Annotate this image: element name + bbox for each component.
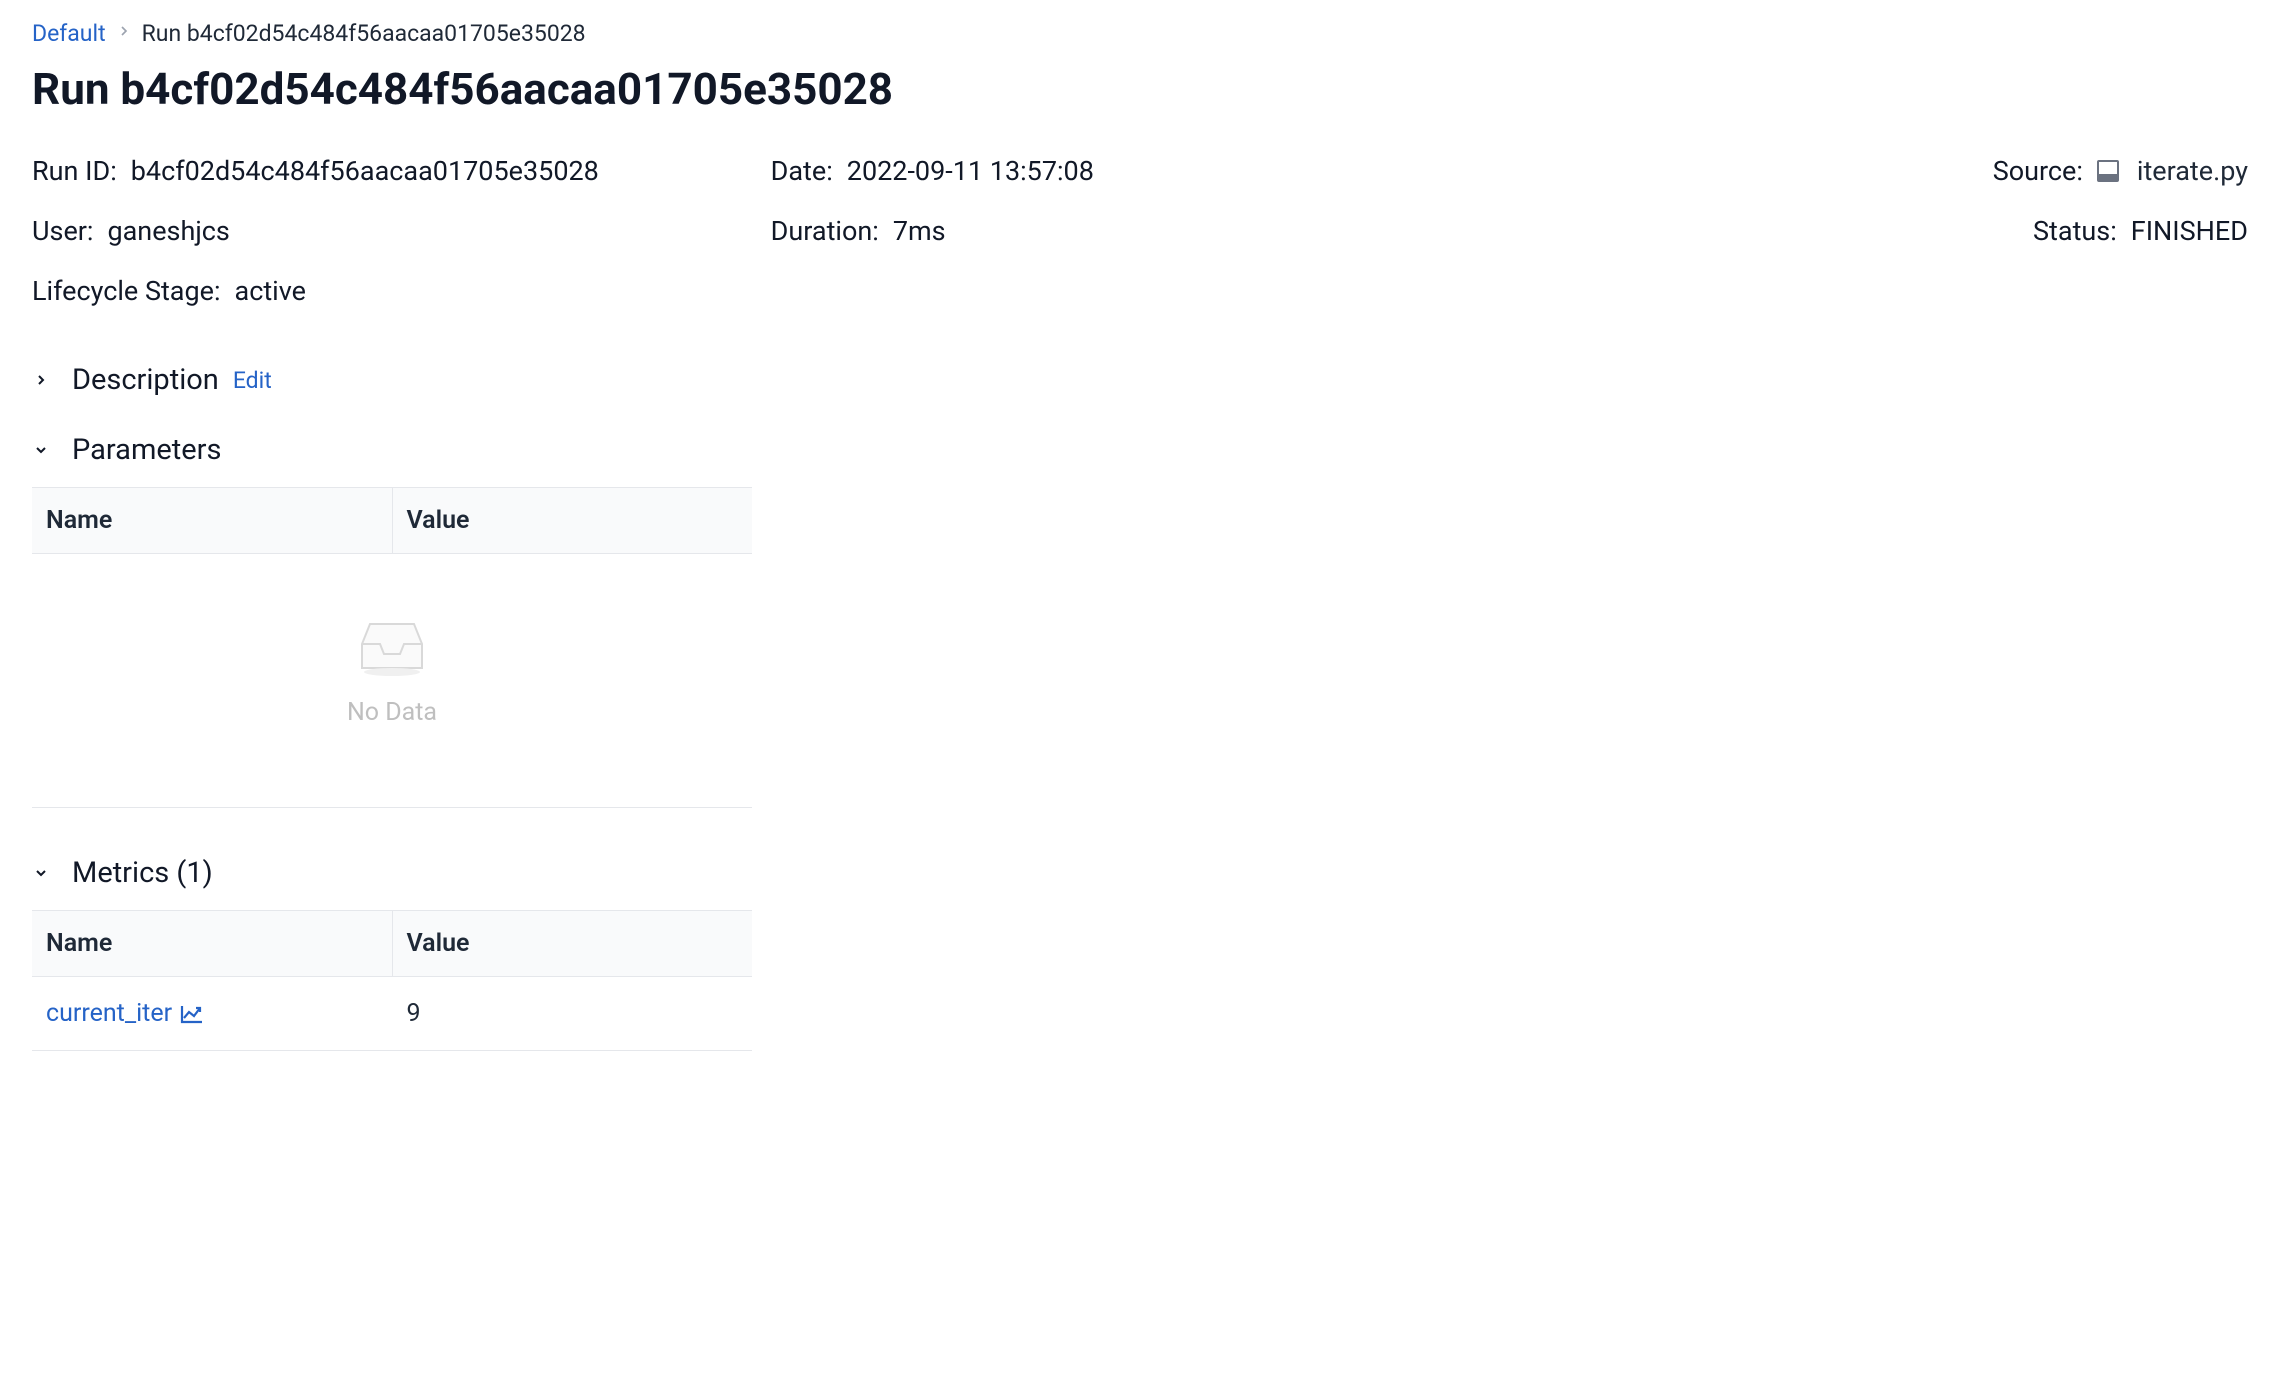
metrics-col-name: Name (32, 911, 392, 977)
breadcrumb-root-link[interactable]: Default (32, 20, 106, 47)
source-link[interactable]: iterate.py (2137, 155, 2248, 187)
run-info-grid: Run ID: b4cf02d54c484f56aacaa01705e35028… (32, 155, 2248, 307)
laptop-icon (2097, 160, 2119, 182)
metric-value: 9 (392, 977, 752, 1051)
status-value: FINISHED (2131, 215, 2248, 247)
date-value: 2022-09-11 13:57:08 (847, 155, 1094, 187)
chevron-down-icon (32, 441, 50, 459)
run-id-value: b4cf02d54c484f56aacaa01705e35028 (131, 155, 599, 187)
page-title: Run b4cf02d54c484f56aacaa01705e35028 (32, 63, 2248, 115)
user-field: User: ganeshjcs (32, 215, 771, 247)
description-header[interactable]: Description Edit (32, 363, 2248, 397)
breadcrumb-current: Run b4cf02d54c484f56aacaa01705e35028 (142, 20, 586, 47)
lifecycle-value: active (235, 275, 306, 307)
duration-field: Duration: 7ms (771, 215, 1510, 247)
metrics-section: Metrics (1) Name Value current_iter (32, 856, 2248, 1051)
description-edit-link[interactable]: Edit (233, 367, 272, 394)
description-section: Description Edit (32, 363, 2248, 397)
parameters-title: Parameters (72, 433, 221, 467)
duration-value: 7ms (893, 215, 946, 247)
no-data-text: No Data (32, 698, 752, 727)
run-id-label: Run ID: (32, 155, 117, 187)
chevron-down-icon (32, 864, 50, 882)
lifecycle-label: Lifecycle Stage: (32, 275, 221, 307)
metric-name: current_iter (46, 999, 172, 1028)
source-field: Source: iterate.py (1509, 155, 2248, 187)
breadcrumb: Default Run b4cf02d54c484f56aacaa01705e3… (32, 20, 2248, 47)
user-label: User: (32, 215, 93, 247)
chart-line-icon (180, 1004, 204, 1024)
parameters-section: Parameters Name Value No Data (32, 433, 2248, 808)
description-title: Description (72, 363, 219, 397)
parameters-table: Name Value (32, 487, 752, 554)
chevron-right-icon (116, 23, 132, 44)
metrics-col-value: Value (392, 911, 752, 977)
parameters-col-value: Value (392, 488, 752, 554)
date-field: Date: 2022-09-11 13:57:08 (771, 155, 1510, 187)
metrics-header[interactable]: Metrics (1) (32, 856, 2248, 890)
chevron-right-icon (32, 371, 50, 389)
status-field: Status: FINISHED (1509, 215, 2248, 247)
parameters-no-data: No Data (32, 554, 752, 808)
user-value: ganeshjcs (107, 215, 229, 247)
table-row: current_iter 9 (32, 977, 752, 1051)
inbox-icon (352, 614, 432, 678)
metrics-table: Name Value current_iter (32, 910, 752, 1051)
duration-label: Duration: (771, 215, 879, 247)
source-label: Source: (1993, 155, 2083, 187)
date-label: Date: (771, 155, 833, 187)
parameters-header[interactable]: Parameters (32, 433, 2248, 467)
metrics-title: Metrics (1) (72, 856, 213, 890)
status-label: Status: (2033, 215, 2117, 247)
run-id-field: Run ID: b4cf02d54c484f56aacaa01705e35028 (32, 155, 771, 187)
metric-name-link[interactable]: current_iter (46, 999, 204, 1028)
lifecycle-field: Lifecycle Stage: active (32, 275, 771, 307)
parameters-col-name: Name (32, 488, 392, 554)
